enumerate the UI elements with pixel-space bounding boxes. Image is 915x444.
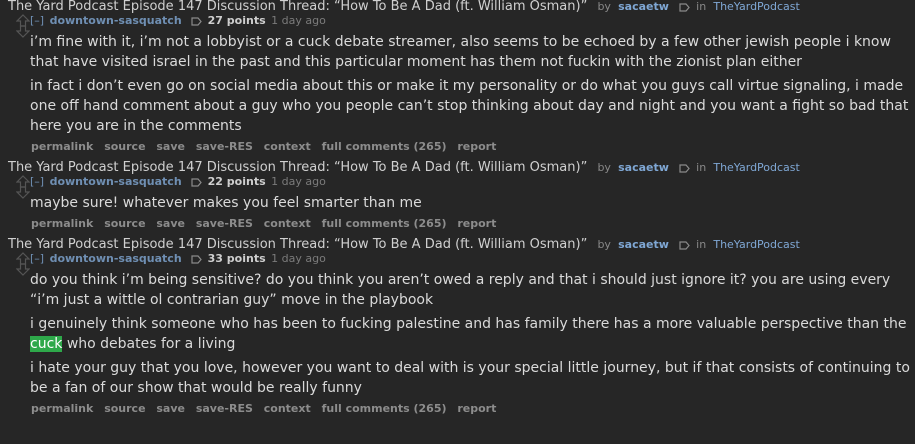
score: 27 points — [207, 14, 266, 27]
full-comments-button[interactable]: full comments (265) — [322, 140, 447, 153]
by-label: by — [597, 238, 611, 251]
report-button[interactable]: report — [457, 140, 496, 153]
permalink-button[interactable]: permalink — [31, 217, 93, 230]
by-label: by — [597, 161, 611, 174]
comment-meta: [–] downtown-sasquatch 27 points 1 day a… — [8, 14, 915, 27]
search-highlight: cuck — [30, 336, 63, 352]
thread-title-link[interactable]: The Yard Podcast Episode 147 Discussion … — [8, 237, 587, 252]
thread-title-link[interactable]: The Yard Podcast Episode 147 Discussion … — [8, 160, 587, 175]
score: 33 points — [207, 252, 266, 265]
author-link[interactable]: downtown-sasquatch — [50, 175, 182, 188]
source-button[interactable]: source — [104, 217, 145, 230]
comment-paragraph: i hate your guy that you love, however y… — [30, 360, 910, 396]
save-button[interactable]: save — [156, 217, 185, 230]
paragraph-text: who debates for a living — [66, 336, 236, 352]
comment-buttons: permalink source save save-RES context f… — [8, 139, 915, 155]
thread-user-link[interactable]: sacaetw — [618, 0, 669, 13]
author-link[interactable]: downtown-sasquatch — [50, 14, 182, 27]
save-res-button[interactable]: save-RES — [196, 217, 253, 230]
comment: The Yard Podcast Episode 147 Discussion … — [0, 0, 915, 155]
tag-icon — [679, 3, 690, 12]
subreddit-link[interactable]: TheYardPodcast — [713, 238, 800, 251]
tag-icon — [679, 164, 690, 173]
save-button[interactable]: save — [156, 402, 185, 415]
comment-paragraph: i’m fine with it, i’m not a lobbyist or … — [30, 34, 891, 70]
comment-body: maybe sure! whatever makes you feel smar… — [8, 188, 915, 213]
collapse-toggle[interactable]: [–] — [30, 175, 44, 188]
context-button[interactable]: context — [264, 140, 311, 153]
tag-icon — [191, 178, 202, 187]
paragraph-text: i genuinely think someone who has been t… — [30, 316, 907, 332]
timestamp: 1 day ago — [271, 175, 326, 188]
tag-icon — [191, 17, 202, 26]
in-label: in — [696, 161, 707, 174]
score: 22 points — [207, 175, 266, 188]
report-button[interactable]: report — [457, 217, 496, 230]
save-res-button[interactable]: save-RES — [196, 140, 253, 153]
save-res-button[interactable]: save-RES — [196, 402, 253, 415]
context-button[interactable]: context — [264, 402, 311, 415]
by-label: by — [597, 0, 611, 13]
thread-header: The Yard Podcast Episode 147 Discussion … — [8, 0, 915, 14]
downvote-arrow-icon[interactable] — [16, 263, 30, 276]
save-button[interactable]: save — [156, 140, 185, 153]
downvote-arrow-icon[interactable] — [16, 25, 30, 38]
report-button[interactable]: report — [457, 402, 496, 415]
subreddit-link[interactable]: TheYardPodcast — [713, 0, 800, 13]
permalink-button[interactable]: permalink — [31, 140, 93, 153]
thread-user-link[interactable]: sacaetw — [618, 238, 669, 251]
collapse-toggle[interactable]: [–] — [30, 14, 44, 27]
comment-buttons: permalink source save save-RES context f… — [8, 216, 915, 232]
timestamp: 1 day ago — [271, 14, 326, 27]
full-comments-button[interactable]: full comments (265) — [322, 217, 447, 230]
thread-header: The Yard Podcast Episode 147 Discussion … — [8, 238, 915, 252]
comment-paragraph: do you think i’m being sensitive? do you… — [30, 272, 891, 308]
subreddit-link[interactable]: TheYardPodcast — [713, 161, 800, 174]
permalink-button[interactable]: permalink — [31, 402, 93, 415]
comment-paragraph: in fact i don’t even go on social media … — [30, 78, 909, 134]
in-label: in — [696, 0, 707, 13]
comment-body: i’m fine with it, i’m not a lobbyist or … — [8, 27, 915, 136]
tag-icon — [679, 241, 690, 250]
thread-title-link[interactable]: The Yard Podcast Episode 147 Discussion … — [8, 0, 587, 14]
comment-buttons: permalink source save save-RES context f… — [8, 401, 915, 417]
source-button[interactable]: source — [104, 402, 145, 415]
comment-paragraph: maybe sure! whatever makes you feel smar… — [30, 195, 422, 211]
author-link[interactable]: downtown-sasquatch — [50, 252, 182, 265]
tag-icon — [191, 255, 202, 264]
context-button[interactable]: context — [264, 217, 311, 230]
comment-meta: [–] downtown-sasquatch 22 points 1 day a… — [8, 175, 915, 188]
comment: The Yard Podcast Episode 147 Discussion … — [0, 238, 915, 417]
in-label: in — [696, 238, 707, 251]
thread-user-link[interactable]: sacaetw — [618, 161, 669, 174]
comment-paragraph: i genuinely think someone who has been t… — [30, 314, 915, 354]
thread-header: The Yard Podcast Episode 147 Discussion … — [8, 161, 915, 175]
collapse-toggle[interactable]: [–] — [30, 252, 44, 265]
full-comments-button[interactable]: full comments (265) — [322, 402, 447, 415]
timestamp: 1 day ago — [271, 252, 326, 265]
downvote-arrow-icon[interactable] — [16, 186, 30, 199]
comment-meta: [–] downtown-sasquatch 33 points 1 day a… — [8, 252, 915, 265]
source-button[interactable]: source — [104, 140, 145, 153]
comment-body: do you think i’m being sensitive? do you… — [8, 265, 915, 398]
comment: The Yard Podcast Episode 147 Discussion … — [0, 161, 915, 232]
